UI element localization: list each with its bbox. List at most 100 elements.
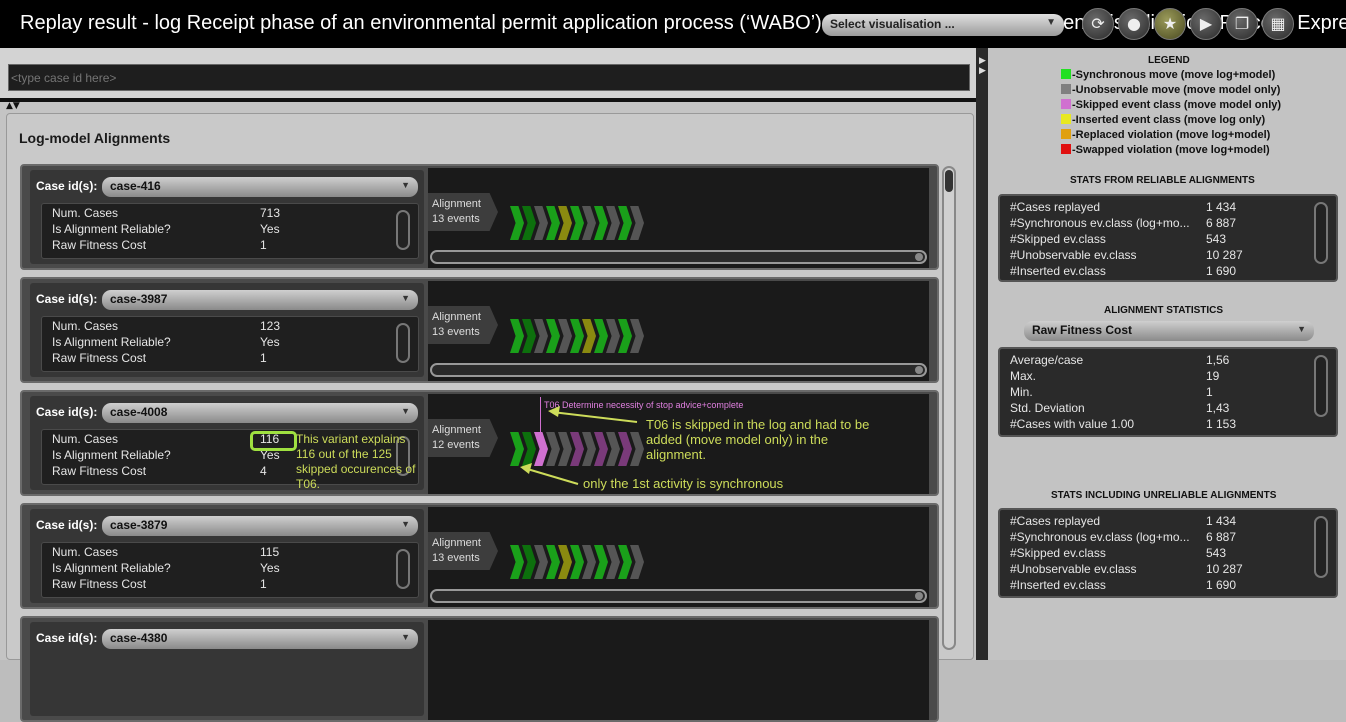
move-chevron[interactable] (630, 319, 644, 353)
horizontal-scrollbar[interactable] (430, 589, 927, 603)
star-icon[interactable]: ★ (1154, 8, 1186, 40)
case-card: Case id(s): case-3879 ▼ Num. Cases Is Alignm… (20, 503, 939, 609)
move-chevron[interactable] (534, 545, 548, 579)
move-chevron[interactable] (582, 206, 596, 240)
case-search-input[interactable] (8, 64, 970, 91)
move-chevron[interactable] (510, 206, 524, 240)
legend-item: -Swapped violation (move log+model) (1061, 144, 1270, 156)
alignment-view (428, 620, 929, 720)
legend-label: -Replaced violation (move log+model) (1072, 129, 1271, 141)
move-chevron[interactable] (558, 319, 572, 353)
skipped-annotation: T06 is skipped in the log and had to be … (646, 417, 870, 462)
horizontal-scrollbar[interactable] (430, 363, 927, 377)
fitness-cost-label: Raw Fitness Cost (52, 464, 147, 478)
move-chevron[interactable] (570, 545, 584, 579)
collapse-right-icon[interactable]: ▶ ▶ (979, 56, 986, 76)
visualisation-select[interactable]: Select visualisation ... ▼ (822, 14, 1064, 36)
stats-scrollbar[interactable] (1314, 202, 1328, 264)
move-chevron[interactable] (618, 545, 632, 579)
stats-scrollbar[interactable] (396, 549, 410, 589)
stat-value: 543 (1206, 232, 1227, 246)
move-chevron[interactable] (606, 545, 620, 579)
stat-value: 1 690 (1206, 578, 1237, 592)
legend-item: -Replaced violation (move log+model) (1061, 129, 1270, 141)
stat-label: #Inserted ev.class (1010, 578, 1106, 592)
move-chevron[interactable] (594, 545, 608, 579)
variant-annotation: This variant explains 116 out of the 125… (296, 432, 416, 491)
num-cases-value: 115 (260, 545, 280, 559)
case-stats: Num. Cases Is Alignment Reliable? Raw Fitn… (41, 316, 419, 372)
move-chevron[interactable] (558, 545, 572, 579)
move-chevron[interactable] (582, 319, 596, 353)
case-info: Case id(s): case-3987 ▼ Num. Cases Is Alignm… (30, 283, 424, 377)
alignment-tag: Alignment 12 events (428, 419, 498, 457)
num-cases-label: Num. Cases (52, 319, 119, 333)
copy-icon[interactable]: ❐ (1226, 8, 1258, 40)
play-icon[interactable]: ▶ (1190, 8, 1222, 40)
alignment-view: Alignment 13 events (428, 281, 929, 381)
alignment-tag: Alignment 13 events (428, 193, 498, 231)
scrollbar-thumb[interactable] (915, 366, 923, 374)
stat-value: 1 153 (1206, 417, 1237, 431)
case-id-label: Case id(s): (36, 518, 98, 532)
scrollbar-thumb[interactable] (915, 253, 923, 261)
case-id-select[interactable]: case-416 ▼ (102, 177, 418, 197)
legend-label: -Skipped event class (move model only) (1072, 99, 1282, 111)
move-chevron[interactable] (522, 206, 536, 240)
case-id-label: Case id(s): (36, 179, 98, 193)
statistic-select[interactable]: Raw Fitness Cost ▼ (1024, 321, 1314, 341)
fitness-cost-value: 1 (260, 238, 267, 252)
scrollbar-thumb[interactable] (945, 170, 953, 192)
move-chevron[interactable] (558, 206, 572, 240)
case-id-select[interactable]: case-4008 ▼ (102, 403, 418, 423)
vertical-scrollbar[interactable] (942, 166, 956, 650)
move-chevron[interactable] (618, 319, 632, 353)
case-id-select[interactable]: case-3879 ▼ (102, 516, 418, 536)
move-chevron[interactable] (534, 206, 548, 240)
stats-scrollbar[interactable] (396, 210, 410, 250)
panel-divider[interactable] (976, 48, 988, 660)
move-chevron[interactable] (522, 319, 536, 353)
num-cases-value: 713 (260, 206, 281, 220)
stats-scrollbar[interactable] (1314, 355, 1328, 417)
move-chevron[interactable] (546, 206, 560, 240)
refresh-icon[interactable]: ⟳ (1082, 8, 1114, 40)
move-chevron[interactable] (606, 206, 620, 240)
move-chevron[interactable] (594, 206, 608, 240)
scrollbar-thumb[interactable] (915, 592, 923, 600)
move-chevron[interactable] (606, 319, 620, 353)
unreliable-stats-box: #Cases replayed 1 434 #Synchronous ev.clas… (998, 508, 1338, 598)
legend-swatch (1061, 114, 1071, 124)
move-chevron[interactable] (630, 206, 644, 240)
stats-scrollbar[interactable] (396, 323, 410, 363)
move-chevron[interactable] (546, 319, 560, 353)
move-chevron[interactable] (510, 319, 524, 353)
collapse-toggle-icon[interactable]: ▲▼ (6, 101, 20, 111)
drop-icon[interactable]: ● (1118, 8, 1150, 40)
legend-label: -Synchronous move (move log+model) (1072, 69, 1276, 81)
move-chevron[interactable] (594, 319, 608, 353)
alignment-tag: Alignment 13 events (428, 306, 498, 344)
horizontal-scrollbar[interactable] (430, 250, 927, 264)
move-chevron[interactable] (534, 319, 548, 353)
move-chevron[interactable] (510, 545, 524, 579)
move-chevron[interactable] (522, 545, 536, 579)
move-chevron[interactable] (630, 545, 644, 579)
chevron-down-icon: ▼ (401, 180, 410, 190)
grid-icon[interactable]: ▦ (1262, 8, 1294, 40)
move-chevron[interactable] (618, 206, 632, 240)
stats-scrollbar[interactable] (1314, 516, 1328, 578)
arrow-head (548, 406, 560, 417)
move-chevron[interactable] (570, 206, 584, 240)
reliable-label: Is Alignment Reliable? (52, 448, 171, 462)
stat-value: 19 (1206, 369, 1220, 383)
case-card: Case id(s): case-416 ▼ Num. Cases Is Alignme… (20, 164, 939, 270)
case-id-value: case-3987 (110, 292, 168, 306)
move-chevron[interactable] (546, 545, 560, 579)
move-chevron[interactable] (582, 545, 596, 579)
case-id-select[interactable]: case-3987 ▼ (102, 290, 418, 310)
arrow-head (520, 463, 532, 474)
move-chevron[interactable] (570, 319, 584, 353)
case-id-select[interactable]: case-4380 ▼ (102, 629, 418, 649)
legend-label: -Inserted event class (move log only) (1072, 114, 1266, 126)
